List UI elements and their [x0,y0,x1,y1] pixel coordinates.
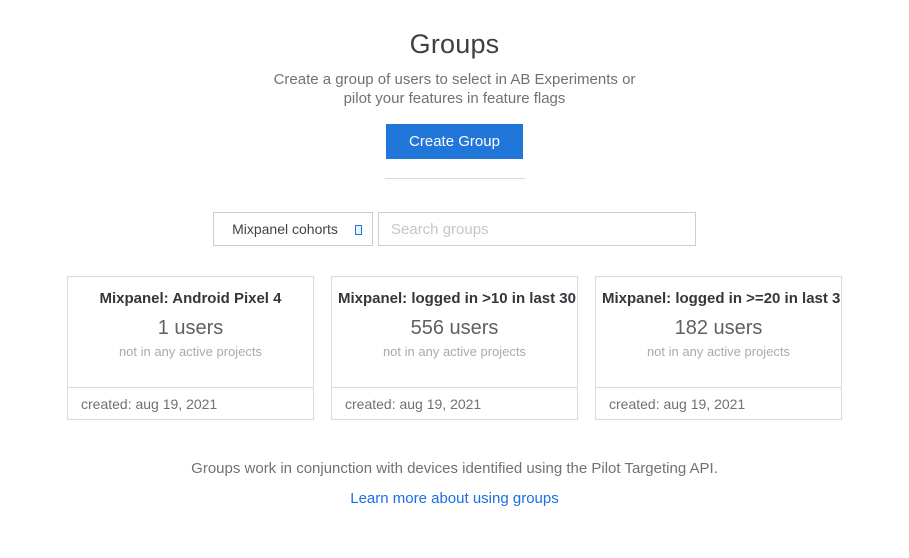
group-card-title: Mixpanel: Android Pixel 4 [68,290,313,307]
group-card-title: Mixpanel: logged in >10 in last 30 ... [332,290,577,307]
group-card[interactable]: Mixpanel: Android Pixel 4 1 users not in… [67,276,314,420]
group-card-status: not in any active projects [596,344,841,359]
page-subtitle: Create a group of users to select in AB … [0,70,909,108]
page-subtitle-line-2: pilot your features in feature flags [0,89,909,108]
header-divider [385,178,525,179]
group-card-users-count: 556 users [332,317,577,340]
group-card-main: Mixpanel: logged in >=20 in last 30... 1… [596,277,841,387]
group-card-created: created: aug 19, 2021 [596,387,841,419]
page-header: Groups Create a group of users to select… [0,0,909,159]
group-card-users-count: 182 users [596,317,841,340]
cohort-source-dropdown[interactable]: Mixpanel cohorts [213,212,373,246]
group-card-created: created: aug 19, 2021 [332,387,577,419]
create-group-button[interactable]: Create Group [386,124,523,159]
group-card[interactable]: Mixpanel: logged in >10 in last 30 ... 5… [331,276,578,420]
group-card-main: Mixpanel: logged in >10 in last 30 ... 5… [332,277,577,387]
filter-controls: Mixpanel cohorts [0,212,909,246]
learn-more-link[interactable]: Learn more about using groups [350,490,558,507]
group-card-status: not in any active projects [68,344,313,359]
group-card-title: Mixpanel: logged in >=20 in last 30... [596,290,841,307]
groups-page: Groups Create a group of users to select… [0,0,909,558]
page-title: Groups [0,29,909,60]
cohort-source-dropdown-value: Mixpanel cohorts [232,221,354,237]
group-card-created: created: aug 19, 2021 [68,387,313,419]
group-card-main: Mixpanel: Android Pixel 4 1 users not in… [68,277,313,387]
group-cards-row: Mixpanel: Android Pixel 4 1 users not in… [0,276,909,420]
group-card[interactable]: Mixpanel: logged in >=20 in last 30... 1… [595,276,842,420]
group-card-status: not in any active projects [332,344,577,359]
footer-link-wrap: Learn more about using groups [0,490,909,508]
dropdown-indicator-icon [355,225,362,235]
group-card-users-count: 1 users [68,317,313,340]
search-groups-input[interactable] [378,212,696,246]
page-subtitle-line-1: Create a group of users to select in AB … [0,70,909,89]
groups-info-text: Groups work in conjunction with devices … [0,460,909,477]
